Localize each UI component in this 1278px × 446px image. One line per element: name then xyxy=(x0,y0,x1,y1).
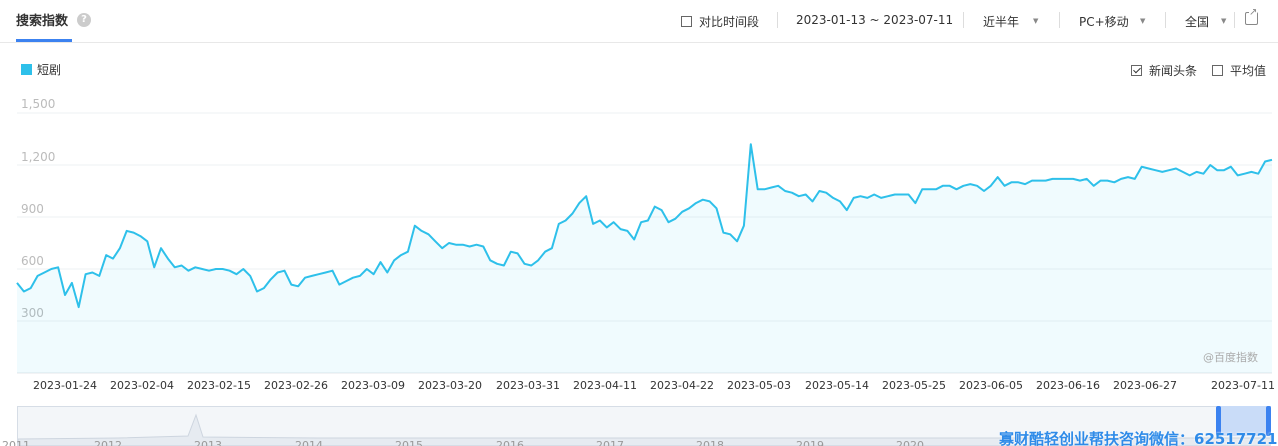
x-tick-label: 2023-05-03 xyxy=(727,379,791,392)
x-tick-label: 2023-02-26 xyxy=(264,379,328,392)
x-tick-label: 2023-03-31 xyxy=(496,379,560,392)
mini-year-label: 2018 xyxy=(696,439,724,446)
x-tick-label: 2023-06-16 xyxy=(1036,379,1100,392)
x-tick-label: 2023-04-22 xyxy=(650,379,714,392)
mini-year-label: 2014 xyxy=(295,439,323,446)
mini-year-label: 2020 xyxy=(896,439,924,446)
overlay-watermark-text: 寡财酷轻创业帮扶咨询微信：625177219 xyxy=(999,430,1278,446)
mini-year-label: 2019 xyxy=(796,439,824,446)
mini-year-label: 2012 xyxy=(94,439,122,446)
mini-year-label: 2011 xyxy=(2,439,30,446)
x-tick-label: 2023-02-15 xyxy=(187,379,251,392)
source-watermark: @百度指数 xyxy=(1203,351,1258,364)
mini-year-label: 2017 xyxy=(596,439,624,446)
x-tick-label: 2023-04-11 xyxy=(573,379,637,392)
x-tick-label: 2023-06-27 xyxy=(1113,379,1177,392)
x-tick-label: 2023-05-14 xyxy=(805,379,869,392)
x-tick-label: 2023-06-05 xyxy=(959,379,1023,392)
mini-year-label: 2016 xyxy=(496,439,524,446)
mini-year-label: 2013 xyxy=(194,439,222,446)
mini-year-label: 2015 xyxy=(395,439,423,446)
x-tick-label: 2023-01-24 xyxy=(33,379,97,392)
series-area xyxy=(17,144,1272,373)
x-tick-label: 2023-03-09 xyxy=(341,379,405,392)
x-tick-label: 2023-05-25 xyxy=(882,379,946,392)
x-tick-label: 2023-02-04 xyxy=(110,379,174,392)
x-tick-label: 2023-03-20 xyxy=(418,379,482,392)
x-tick-label: 2023-07-11 xyxy=(1211,379,1275,392)
